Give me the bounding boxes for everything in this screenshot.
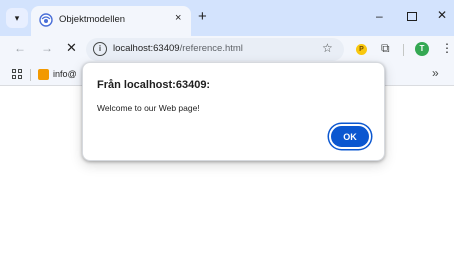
- stop-loading-icon[interactable]: ✕: [66, 40, 77, 56]
- forward-arrow-icon[interactable]: →: [41, 41, 53, 55]
- url-text[interactable]: localhost:63409/reference.html: [113, 43, 243, 54]
- bookmarks-divider: [30, 69, 31, 81]
- chevron-down-icon: ▾: [14, 12, 20, 23]
- site-info-icon[interactable]: i: [93, 42, 107, 56]
- dialog-title: Från localhost:63409:: [97, 79, 211, 91]
- bookmarks-overflow-icon[interactable]: »: [432, 66, 439, 80]
- tab-close-icon[interactable]: ×: [175, 12, 181, 24]
- window-close-button[interactable]: ✕: [437, 8, 447, 22]
- profile-avatar[interactable]: T: [415, 42, 429, 56]
- bookmark-label: info@: [53, 69, 77, 79]
- mail-icon: [38, 69, 49, 80]
- ok-button[interactable]: OK: [329, 124, 371, 149]
- tab-objektmodellen[interactable]: Objektmodellen ×: [31, 6, 191, 36]
- back-arrow-icon[interactable]: ←: [14, 41, 26, 55]
- extensions-puzzle-icon[interactable]: ⧉: [381, 41, 390, 56]
- address-bar[interactable]: i localhost:63409/reference.html ☆: [86, 38, 344, 61]
- url-path: /reference.html: [179, 43, 243, 54]
- minimize-button[interactable]: –: [376, 9, 383, 23]
- dialog-message: Welcome to our Web page!: [97, 103, 200, 113]
- url-host: localhost:63409: [113, 43, 180, 54]
- toolbar-divider: [403, 44, 404, 56]
- extension-icon[interactable]: P: [356, 44, 367, 55]
- tab-strip: ▾ Objektmodellen × + – ✕: [0, 0, 454, 36]
- browser-window: ▾ Objektmodellen × + – ✕ ← → ✕ i localho…: [0, 0, 454, 274]
- more-menu-icon[interactable]: ⋮: [441, 41, 453, 55]
- tab-search-button[interactable]: ▾: [6, 8, 28, 28]
- tab-title: Objektmodellen: [59, 14, 126, 25]
- favicon-icon: [39, 13, 53, 27]
- bookmark-star-icon[interactable]: ☆: [322, 41, 333, 55]
- maximize-button[interactable]: [407, 12, 417, 21]
- new-tab-button[interactable]: +: [198, 8, 207, 26]
- apps-grid-icon[interactable]: [12, 69, 22, 79]
- toolbar: ← → ✕ i localhost:63409/reference.html ☆…: [0, 36, 454, 64]
- alert-dialog: Från localhost:63409: Welcome to our Web…: [82, 62, 385, 161]
